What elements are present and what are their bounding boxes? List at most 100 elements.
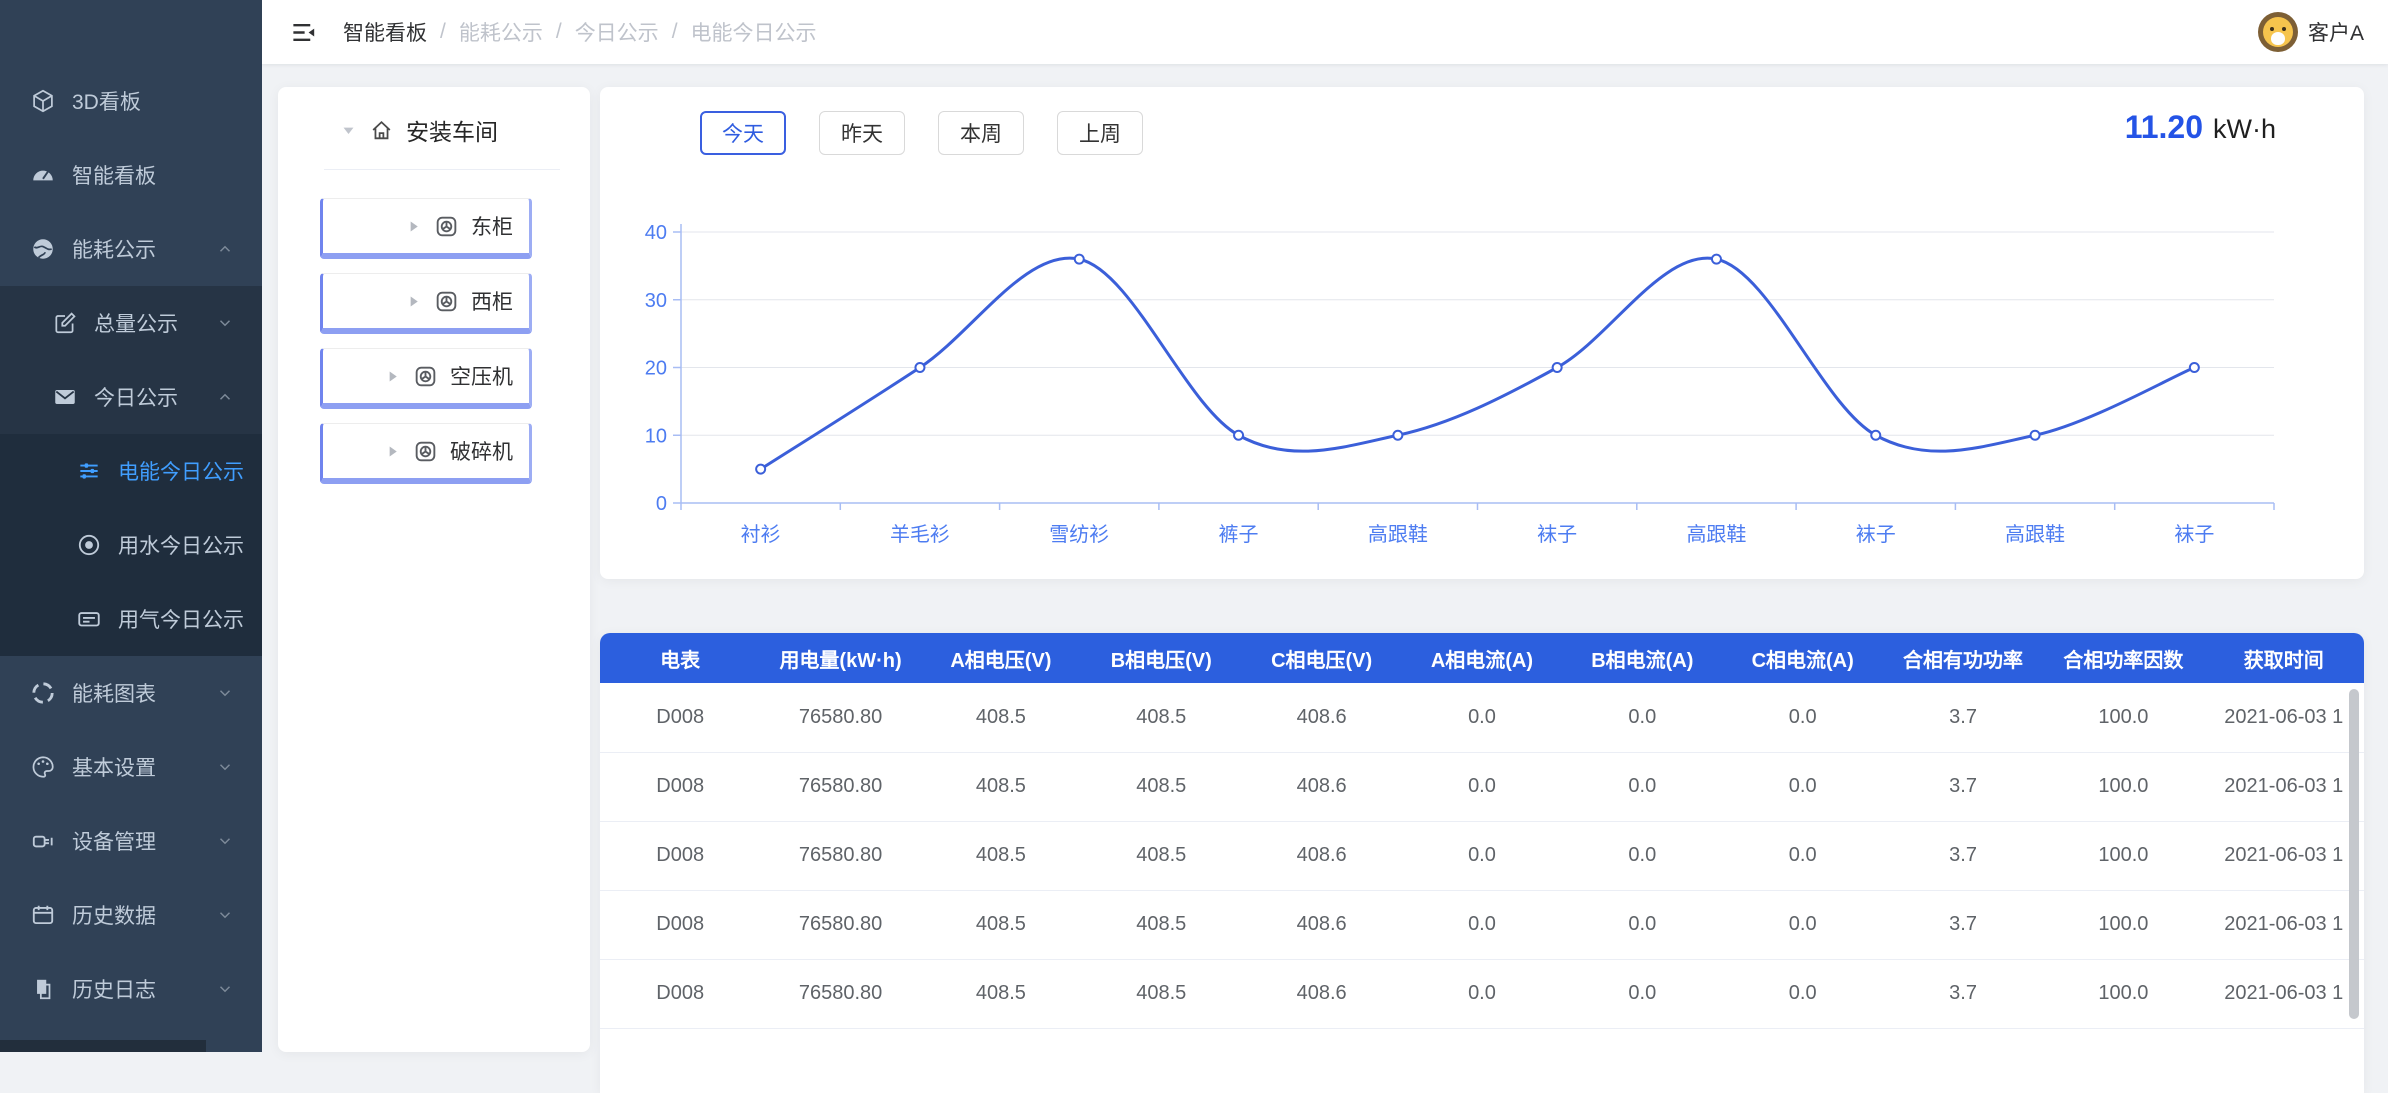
sidebar-item-label: 历史数据: [72, 900, 156, 930]
sidebar-item-energy-charts[interactable]: 能耗图表: [0, 656, 262, 730]
svg-text:0: 0: [656, 493, 667, 515]
tree-node-air-compressor[interactable]: 空压机: [320, 348, 532, 409]
table-cell: 0.0: [1402, 683, 1562, 752]
table-row: D00876580.80408.5408.5408.60.00.00.03.71…: [600, 821, 2364, 890]
table-cell: 408.6: [1241, 683, 1401, 752]
table-cell: 408.5: [1081, 752, 1241, 821]
svg-text:30: 30: [645, 290, 667, 312]
breadcrumb-separator: /: [440, 20, 446, 44]
table-scrollbar[interactable]: [2349, 689, 2359, 1019]
sidebar-item-3d-board[interactable]: 3D看板: [0, 64, 262, 138]
table-cell: 76580.80: [760, 959, 920, 1028]
caret-right-icon[interactable]: [384, 368, 401, 385]
tree-node-east-cabinet[interactable]: 东柜: [320, 198, 532, 259]
svg-text:衬衫: 衬衫: [741, 523, 781, 546]
range-button-last-week[interactable]: 上周: [1057, 111, 1143, 155]
sidebar-item-label: 今日公示: [94, 382, 178, 412]
table-cell: 2021-06-03 1: [2204, 752, 2364, 821]
cube-icon: [30, 88, 56, 114]
sidebar-item-label: 电能今日公示: [118, 456, 244, 486]
tree-node-crusher[interactable]: 破碎机: [320, 423, 532, 484]
sidebar-item-electric-today[interactable]: 电能今日公示: [0, 434, 262, 508]
table-cell: 0.0: [1723, 752, 1883, 821]
table-cell: D008: [600, 683, 760, 752]
energy-line-chart: 010203040衬衫羊毛衫雪纺衫裤子高跟鞋袜子高跟鞋袜子高跟鞋袜子: [620, 215, 2344, 565]
palette-icon: [30, 754, 56, 780]
sidebar-item-smart-board[interactable]: 智能看板: [0, 138, 262, 212]
table-cell: D008: [600, 752, 760, 821]
machine-icon: [413, 439, 438, 464]
sidebar-item-label: 3D看板: [72, 86, 141, 116]
column-header: A相电流(A): [1402, 633, 1562, 683]
user-menu[interactable]: 客户A: [2258, 0, 2364, 64]
machine-icon: [434, 214, 459, 239]
meter-table: 电表用电量(kW·h)A相电压(V)B相电压(V)C相电压(V)A相电流(A)B…: [600, 633, 2364, 1029]
svg-text:高跟鞋: 高跟鞋: [1368, 523, 1428, 546]
caret-right-icon[interactable]: [405, 218, 422, 235]
svg-text:高跟鞋: 高跟鞋: [1686, 523, 1746, 546]
breadcrumb-item[interactable]: 智能看板: [343, 17, 427, 47]
table-cell: D008: [600, 959, 760, 1028]
sidebar-item-history-data[interactable]: 历史数据: [0, 878, 262, 952]
sidebar-item-total-publicity[interactable]: 总量公示: [0, 286, 262, 360]
avatar-muzzle: [2271, 32, 2285, 45]
breadcrumb: 智能看板/能耗公示/今日公示/电能今日公示: [343, 17, 817, 47]
table-cell: 408.5: [921, 683, 1081, 752]
chevron-down-icon: [216, 906, 234, 924]
chevron-up-icon: [216, 388, 234, 406]
table-cell: 0.0: [1723, 821, 1883, 890]
tree-node-west-cabinet[interactable]: 西柜: [320, 273, 532, 334]
chevron-up-icon: [216, 240, 234, 258]
table-cell: 0.0: [1723, 959, 1883, 1028]
dashboard-icon: [30, 162, 56, 188]
caret-down-icon[interactable]: [340, 122, 357, 139]
home-icon: [369, 118, 394, 143]
sidebar-item-energy-publicity[interactable]: 能耗公示: [0, 212, 262, 286]
column-header: 用电量(kW·h): [760, 633, 920, 683]
table-cell: 408.6: [1241, 890, 1401, 959]
column-header: 合相有功功率: [1883, 633, 2043, 683]
table-cell: 100.0: [2043, 890, 2203, 959]
range-button-today[interactable]: 今天: [700, 111, 786, 155]
sidebar-collapse-icon[interactable]: [290, 19, 317, 46]
sidebar-item-device-management[interactable]: 设备管理: [0, 804, 262, 878]
sidebar-item-label: 用水今日公示: [118, 530, 244, 560]
chevron-down-icon: [216, 832, 234, 850]
table-cell: 0.0: [1562, 890, 1722, 959]
tree-node-label: 空压机: [450, 361, 513, 391]
table-cell: 100.0: [2043, 821, 2203, 890]
caret-right-icon[interactable]: [405, 293, 422, 310]
table-cell: 408.6: [1241, 959, 1401, 1028]
range-button-this-week[interactable]: 本周: [938, 111, 1024, 155]
caret-right-icon[interactable]: [384, 443, 401, 460]
total-energy-value: 11.20: [2125, 109, 2203, 146]
svg-text:袜子: 袜子: [1856, 523, 1896, 546]
table-row: D00876580.80408.5408.5408.60.00.00.03.71…: [600, 959, 2364, 1028]
sidebar-item-history-logs[interactable]: 历史日志: [0, 952, 262, 1026]
svg-text:20: 20: [645, 358, 667, 380]
table-cell: 408.6: [1241, 821, 1401, 890]
chevron-down-icon: [216, 758, 234, 776]
sidebar-item-water-today[interactable]: 用水今日公示: [0, 508, 262, 582]
table-cell: 0.0: [1402, 752, 1562, 821]
table-cell: 3.7: [1883, 683, 2043, 752]
breadcrumb-item[interactable]: 今日公示: [575, 17, 659, 47]
sidebar-item-gas-today[interactable]: 用气今日公示: [0, 582, 262, 656]
tree-root-node[interactable]: 安装车间: [278, 87, 590, 167]
total-energy: 11.20 kW·h: [2125, 109, 2276, 146]
sidebar-item-today-publicity[interactable]: 今日公示: [0, 360, 262, 434]
radio-icon: [76, 532, 102, 558]
breadcrumb-separator: /: [672, 20, 678, 44]
table-cell: 408.5: [921, 890, 1081, 959]
tree-root-label: 安装车间: [406, 113, 498, 147]
table-cell: 408.5: [1081, 821, 1241, 890]
card-icon: [76, 606, 102, 632]
breadcrumb-item[interactable]: 能耗公示: [459, 17, 543, 47]
sidebar-item-basic-settings[interactable]: 基本设置: [0, 730, 262, 804]
tree-node-label: 破碎机: [450, 436, 513, 466]
table-cell: 408.5: [921, 959, 1081, 1028]
range-button-yesterday[interactable]: 昨天: [819, 111, 905, 155]
table-cell: 100.0: [2043, 752, 2203, 821]
svg-text:袜子: 袜子: [1537, 523, 1577, 546]
sidebar-item-label: 智能看板: [72, 160, 156, 190]
